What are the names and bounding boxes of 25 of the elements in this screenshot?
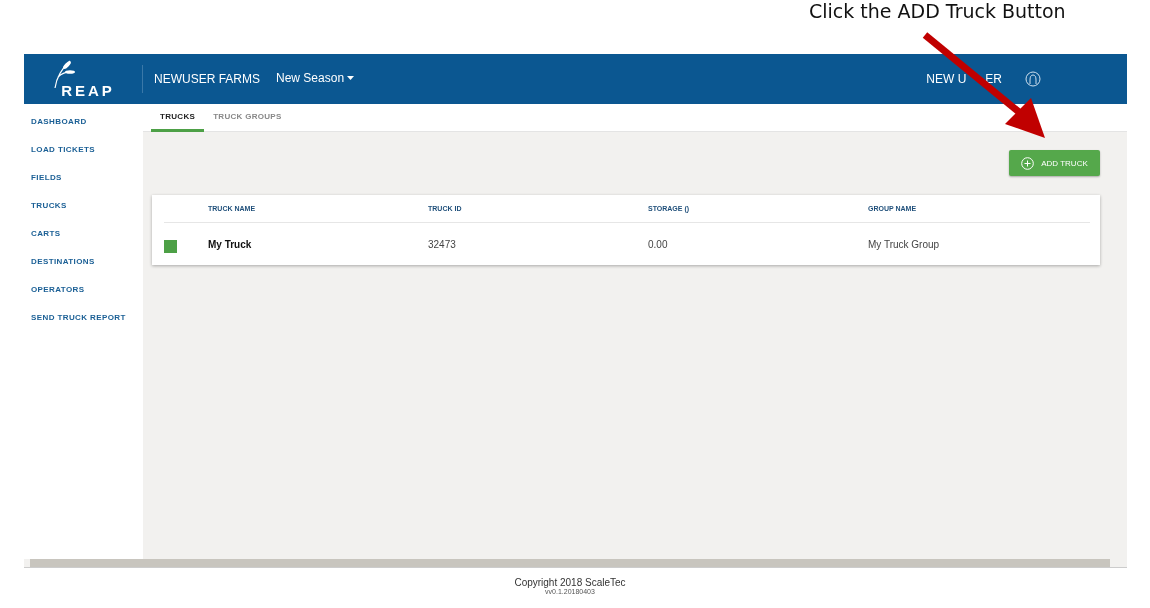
table-cell-text: My Truck Group (868, 238, 941, 250)
sidebar-item[interactable]: OPERATORS (24, 285, 143, 313)
sidebar-item[interactable]: DASHBOARD (24, 117, 143, 145)
table-cell-text: My Truck (208, 238, 253, 250)
user-icon[interactable] (1025, 71, 1041, 87)
user-name: NEW U (926, 72, 967, 86)
logo-text: REAP (61, 82, 115, 99)
sidebar-item[interactable]: TRUCKS (24, 201, 143, 229)
tab[interactable]: TRUCKS (151, 104, 205, 132)
caret-icon (347, 76, 355, 80)
season-dropdown[interactable]: New Season (276, 71, 355, 85)
sidebar-item[interactable]: FIELDS (24, 173, 143, 201)
plus-icon (1021, 156, 1035, 170)
sidebar-item[interactable]: CARTS (24, 229, 143, 257)
user-name: ER (985, 72, 1002, 86)
tab[interactable]: TRUCK GROUPS (204, 104, 291, 132)
sidebar-item[interactable]: SEND TRUCK REPORT (24, 313, 143, 341)
farm-name: NEWUSER FARMS (154, 72, 260, 86)
sidebar-item[interactable]: LOAD TICKETS (24, 145, 143, 173)
table-cell-text: 0.00 (648, 238, 669, 250)
table-cell-text: 32473 (428, 238, 457, 250)
scrollbar[interactable] (24, 559, 1127, 568)
copyright-text: Copyright 2018 ScaleTec (514, 577, 626, 588)
sidebar-item[interactable]: DESTINATIONS (24, 257, 143, 285)
annotation-text: Click the ADD Truck Button (808, 0, 1067, 24)
